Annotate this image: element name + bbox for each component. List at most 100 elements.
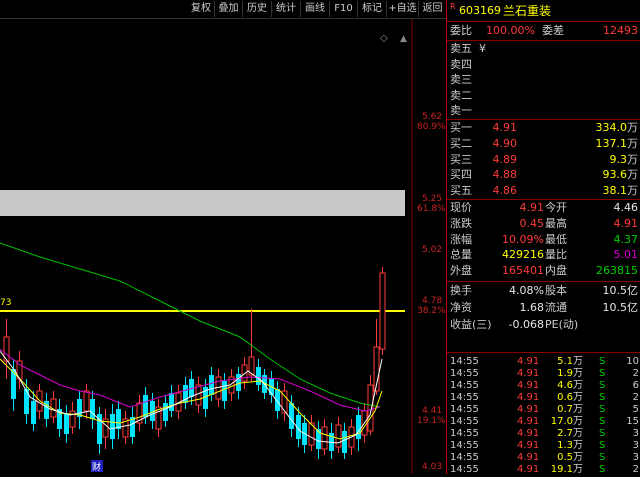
weibi-value: 100.00% [486, 24, 535, 37]
price-label-525: 5.25 [422, 194, 442, 204]
add-favorite-button[interactable]: +自选 [387, 1, 419, 17]
price-label-403: 4.03 [422, 462, 442, 472]
unit-label: 万 [627, 152, 638, 166]
sell-level-row: 卖五 ¥ [447, 41, 640, 57]
quote-value: 5.01 [613, 248, 639, 262]
fundamental-value: 1.68 [519, 301, 545, 314]
pct-label-382: 38.2% [417, 306, 446, 316]
buy-level-price: 4.89 [492, 152, 518, 166]
quote-value: 0.45 [519, 216, 545, 230]
rights-badge: R [450, 2, 456, 11]
candlestick-series [3, 267, 386, 459]
candle-body [222, 381, 227, 401]
candle-body [209, 375, 214, 395]
quote-value: 263815 [596, 264, 638, 278]
candle-body [116, 409, 121, 429]
candle-body [356, 415, 361, 439]
fundamental-value: -0.068 [508, 318, 544, 331]
candle-body [342, 431, 347, 453]
candle-body [11, 369, 16, 399]
draw-line-button[interactable]: 画线 [301, 1, 330, 17]
yen-icon: ¥ [479, 42, 486, 55]
weicha-label: 委差 [542, 24, 564, 37]
fundamental-label: 收益(三) [450, 318, 492, 331]
fundamental-value: 10.5亿 [602, 284, 639, 297]
fundamental-label: 流通 [545, 301, 567, 314]
pct-label-809: 80.9% [417, 122, 446, 132]
restore-rights-button[interactable]: 复权 [188, 1, 215, 17]
candle-body [195, 384, 202, 406]
buy-level-price: 4.88 [492, 168, 518, 182]
candle-body [289, 403, 294, 429]
fundamental-row: 换手 4.08% 股本 10.5亿 [447, 283, 640, 299]
kline-chart[interactable]: 5.62 80.9% 5.25 61.8% 5.02 4.78 38.2% 4.… [0, 19, 446, 474]
mark-button[interactable]: 标记 [358, 1, 387, 17]
buy-level-label: 买一 [450, 121, 472, 134]
buy-level-price: 4.86 [492, 184, 518, 198]
quote-label: 涨幅 [450, 232, 472, 246]
quote-row: 现价 4.91 今开 4.46 [447, 200, 640, 216]
buy-level-label: 买四 [450, 168, 472, 182]
tick-count: 2 [632, 464, 639, 475]
quote-value: 4.37 [613, 232, 639, 246]
candle-body [69, 410, 76, 428]
fundamental-value: 10.5亿 [602, 301, 639, 314]
unit-label: 万 [627, 168, 638, 182]
buy-level-price: 4.91 [492, 121, 518, 134]
candle-body [335, 424, 342, 448]
f10-button[interactable]: F10 [330, 1, 358, 17]
quote-value: 429216 [502, 248, 544, 262]
earnings-marker-icon[interactable]: 财 [92, 461, 101, 473]
buy-level-row: 买四 4.88 93.6万 [447, 167, 640, 183]
quote-label: 量比 [545, 248, 567, 262]
fundamental-label: 股本 [545, 284, 567, 297]
sell-level-label: 卖四 [450, 57, 472, 71]
statistics-button[interactable]: 统计 [272, 1, 301, 17]
buy-level-volume: 93.6万 [602, 168, 639, 182]
buy-level-row: 买一 4.91 334.0万 [447, 120, 640, 136]
sell-level-row: 卖四 [447, 57, 640, 73]
candle-body [379, 272, 386, 350]
tick-side: S [599, 464, 606, 475]
tick-row[interactable]: 14:55 4.91 19.1万 S 2 [447, 462, 640, 477]
back-button[interactable]: 返回 [419, 1, 446, 17]
buy-level-volume: 9.3万 [609, 152, 639, 166]
price-label-502: 5.02 [422, 245, 442, 255]
quote-row: 涨跌 0.45 最高 4.91 [447, 216, 640, 232]
pct-label-191: 19.1% [417, 416, 446, 426]
quote-row: 外盘 165401 内盘 263815 [447, 263, 640, 279]
diamond-icon[interactable]: ◇ [380, 33, 388, 44]
fundamental-label: PE(动) [545, 318, 579, 331]
unit-label: 万 [627, 184, 638, 198]
fundamental-value: 4.08% [509, 284, 544, 297]
sell-level-label: 卖三 [450, 73, 472, 86]
history-button[interactable]: 历史 [243, 1, 272, 17]
scroll-up-icon[interactable]: ▲ [400, 34, 407, 44]
stock-header: R 603169 兰石重装 [447, 2, 640, 20]
price-label-478: 4.78 [422, 296, 442, 306]
candle-body [321, 426, 328, 450]
sell-level-label: 卖二 [450, 88, 472, 102]
stock-code: 603169 [459, 4, 501, 17]
candle-body [24, 389, 29, 414]
candle-body [110, 414, 115, 439]
quote-label: 外盘 [450, 264, 472, 278]
fib-band-area [0, 190, 405, 216]
candle-body [83, 390, 90, 412]
candle-body [256, 367, 261, 385]
fundamental-label: 净资 [450, 301, 472, 314]
candle-body [64, 414, 69, 434]
price-label-562: 5.62 [422, 112, 442, 122]
candle-body [169, 393, 174, 411]
quote-value: 4.91 [519, 201, 545, 214]
buy-level-label: 买五 [450, 184, 472, 198]
stock-name: 兰石重装 [503, 4, 552, 18]
kline-svg[interactable]: 5.62 80.9% 5.25 61.8% 5.02 4.78 38.2% 4.… [0, 19, 446, 474]
tick-time: 14:55 [450, 464, 479, 475]
overlay-button[interactable]: 叠加 [215, 1, 243, 17]
unit-label: 万 [573, 464, 583, 475]
quote-label: 最高 [545, 216, 567, 230]
buy-level-row: 买二 4.90 137.1万 [447, 136, 640, 152]
quote-value: 4.91 [613, 216, 639, 230]
fundamental-row: 收益(三) -0.068 PE(动) [447, 317, 640, 333]
